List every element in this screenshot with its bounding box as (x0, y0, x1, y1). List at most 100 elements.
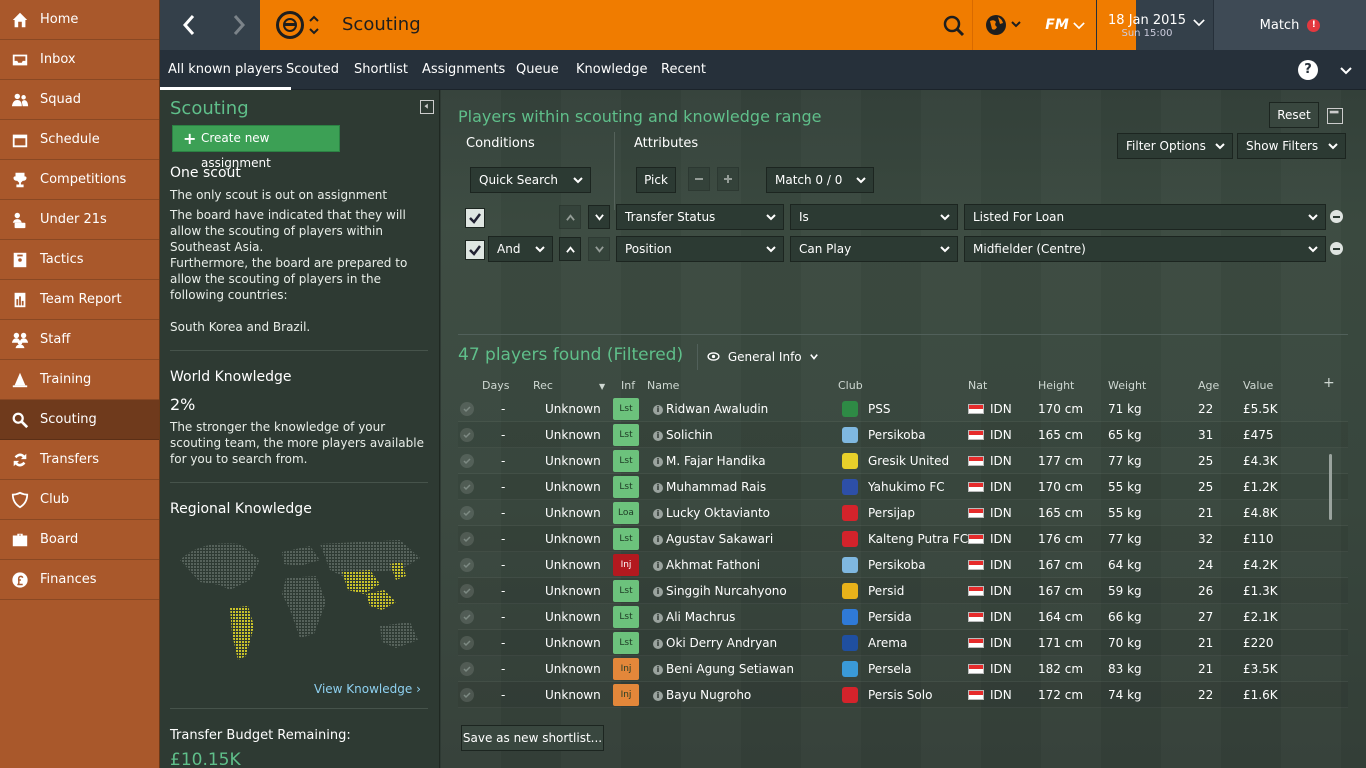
table-row[interactable]: - Unknown Lst i Ali Machrus Persida IDN 164 cm 6… (458, 604, 1348, 630)
sidebar-item-board[interactable]: Board (0, 520, 159, 560)
player-name-link[interactable]: i M. Fajar Handika (653, 454, 766, 468)
column-header-age[interactable]: Age (1198, 379, 1219, 392)
tab-recent[interactable]: Recent (661, 50, 706, 90)
table-row[interactable]: - Unknown Inj i Beni Agung Setiawan Persela ID… (458, 656, 1348, 682)
increase-button[interactable] (717, 167, 739, 191)
table-row[interactable]: - Unknown Lst i M. Fajar Handika Gresik Unite… (458, 448, 1348, 474)
sidebar-item-transfers[interactable]: Transfers (0, 440, 159, 480)
row-select-checkbox[interactable] (460, 428, 474, 442)
club-switch-icon[interactable] (308, 12, 320, 38)
move-down-button[interactable] (588, 205, 610, 229)
collapse-panel-icon[interactable] (420, 100, 434, 114)
column-header-inf[interactable]: Inf (621, 379, 635, 392)
fm-menu-button[interactable]: FM (1036, 0, 1094, 50)
sidebar-item-competitions[interactable]: Competitions (0, 160, 159, 200)
forward-button[interactable] (214, 0, 264, 50)
club-name[interactable]: Persela (868, 662, 911, 676)
sidebar-item-staff[interactable]: Staff (0, 320, 159, 360)
sidebar-item-club[interactable]: Club (0, 480, 159, 520)
move-up-button[interactable] (559, 205, 581, 229)
column-header-club[interactable]: Club (838, 379, 863, 392)
row-select-checkbox[interactable] (460, 402, 474, 416)
save-shortlist-button[interactable]: Save as new shortlist... (461, 725, 604, 751)
filter-connector-dropdown[interactable]: And (488, 236, 553, 262)
table-row[interactable]: - Unknown Lst i Ridwan Awaludin PSS IDN 170 cm 7… (458, 396, 1348, 422)
player-name-link[interactable]: i Ali Machrus (653, 610, 735, 624)
club-name[interactable]: Persijap (868, 506, 915, 520)
row-select-checkbox[interactable] (460, 636, 474, 650)
row-select-checkbox[interactable] (460, 688, 474, 702)
sidebar-item-squad[interactable]: Squad (0, 80, 159, 120)
sidebar-item-team-report[interactable]: Team Report (0, 280, 159, 320)
help-icon[interactable]: ? (1298, 60, 1318, 80)
row-select-checkbox[interactable] (460, 480, 474, 494)
column-header-rec[interactable]: Rec (533, 379, 553, 392)
tab-scouted[interactable]: Scouted (286, 50, 339, 90)
table-row[interactable]: - Unknown Lst i Solichin Persikoba IDN 165 cm 65… (458, 422, 1348, 448)
club-name[interactable]: Yahukimo FC (868, 480, 945, 494)
add-column-icon[interactable]: + (1323, 375, 1335, 391)
player-name-link[interactable]: i Bayu Nugroho (653, 688, 751, 702)
player-name-link[interactable]: i Muhammad Rais (653, 480, 766, 494)
player-name-link[interactable]: i Ridwan Awaludin (653, 402, 768, 416)
view-dropdown[interactable]: General Info (707, 350, 819, 364)
table-row[interactable]: - Unknown Inj i Akhmat Fathoni Persikoba IDN 16… (458, 552, 1348, 578)
filter-operator-dropdown[interactable]: Can Play (790, 236, 958, 262)
date-button[interactable]: 18 Jan 2015 Sun 15:00 (1096, 0, 1214, 50)
move-up-button[interactable] (559, 237, 581, 261)
back-button[interactable] (164, 0, 214, 50)
continue-match-button[interactable]: Match ! (1214, 0, 1366, 50)
sidebar-item-inbox[interactable]: Inbox (0, 40, 159, 80)
tab-knowledge[interactable]: Knowledge (576, 50, 647, 90)
sidebar-item-scouting[interactable]: Scouting (0, 400, 159, 440)
filter-enabled-checkbox[interactable] (465, 240, 485, 260)
pick-button[interactable]: Pick (636, 167, 676, 193)
sidebar-item-schedule[interactable]: Schedule (0, 120, 159, 160)
tab-shortlist[interactable]: Shortlist (354, 50, 408, 90)
globe-menu-button[interactable] (972, 0, 1034, 50)
reset-button[interactable]: Reset (1269, 102, 1319, 128)
table-row[interactable]: - Unknown Lst i Singgih Nurcahyono Persid IDN 1… (458, 578, 1348, 604)
filter-field-dropdown[interactable]: Position (616, 236, 784, 262)
sort-desc-icon[interactable]: ▼ (599, 382, 605, 391)
player-name-link[interactable]: i Solichin (653, 428, 713, 442)
column-header-height[interactable]: Height (1038, 379, 1074, 392)
search-icon[interactable] (940, 12, 968, 40)
sidebar-item-finances[interactable]: Finances (0, 560, 159, 600)
row-select-checkbox[interactable] (460, 662, 474, 676)
table-row[interactable]: - Unknown Lst i Oki Derry Andryan Arema IDN 171… (458, 630, 1348, 656)
column-header-name[interactable]: Name (647, 379, 679, 392)
expand-panel-icon[interactable] (1327, 108, 1343, 124)
move-down-button[interactable] (588, 237, 610, 261)
sidebar-item-training[interactable]: Training (0, 360, 159, 400)
column-header-nat[interactable]: Nat (968, 379, 987, 392)
column-header-days[interactable]: Days (482, 379, 509, 392)
row-select-checkbox[interactable] (460, 532, 474, 546)
show-filters-dropdown[interactable]: Show Filters (1237, 133, 1346, 159)
table-scrollbar[interactable] (1329, 454, 1332, 520)
row-select-checkbox[interactable] (460, 506, 474, 520)
club-name[interactable]: PSS (868, 402, 890, 416)
filter-options-dropdown[interactable]: Filter Options (1117, 133, 1233, 159)
remove-filter-button[interactable] (1330, 242, 1343, 255)
club-name[interactable]: Persida (868, 610, 912, 624)
tab-queue[interactable]: Queue (516, 50, 559, 90)
player-name-link[interactable]: i Oki Derry Andryan (653, 636, 777, 650)
row-select-checkbox[interactable] (460, 454, 474, 468)
tab-all-known-players[interactable]: All known players (160, 50, 291, 90)
tab-assignments[interactable]: Assignments (422, 50, 505, 90)
filter-field-dropdown[interactable]: Transfer Status (616, 204, 784, 230)
player-name-link[interactable]: i Singgih Nurcahyono (653, 584, 787, 598)
table-row[interactable]: - Unknown Loa i Lucky Oktavianto Persijap IDN 1… (458, 500, 1348, 526)
club-name[interactable]: Gresik United (868, 454, 949, 468)
row-select-checkbox[interactable] (460, 610, 474, 624)
match-count-dropdown[interactable]: Match 0 / 0 (766, 167, 874, 193)
sidebar-item-home[interactable]: Home (0, 0, 159, 40)
table-row[interactable]: - Unknown Lst i Muhammad Rais Yahukimo FC IDN 1… (458, 474, 1348, 500)
chevron-down-icon[interactable] (1336, 60, 1356, 80)
club-name[interactable]: Persikoba (868, 558, 926, 572)
club-badge-icon[interactable] (276, 11, 304, 39)
row-select-checkbox[interactable] (460, 558, 474, 572)
club-name[interactable]: Persid (868, 584, 904, 598)
filter-value-dropdown[interactable]: Midfielder (Centre) (964, 236, 1326, 262)
